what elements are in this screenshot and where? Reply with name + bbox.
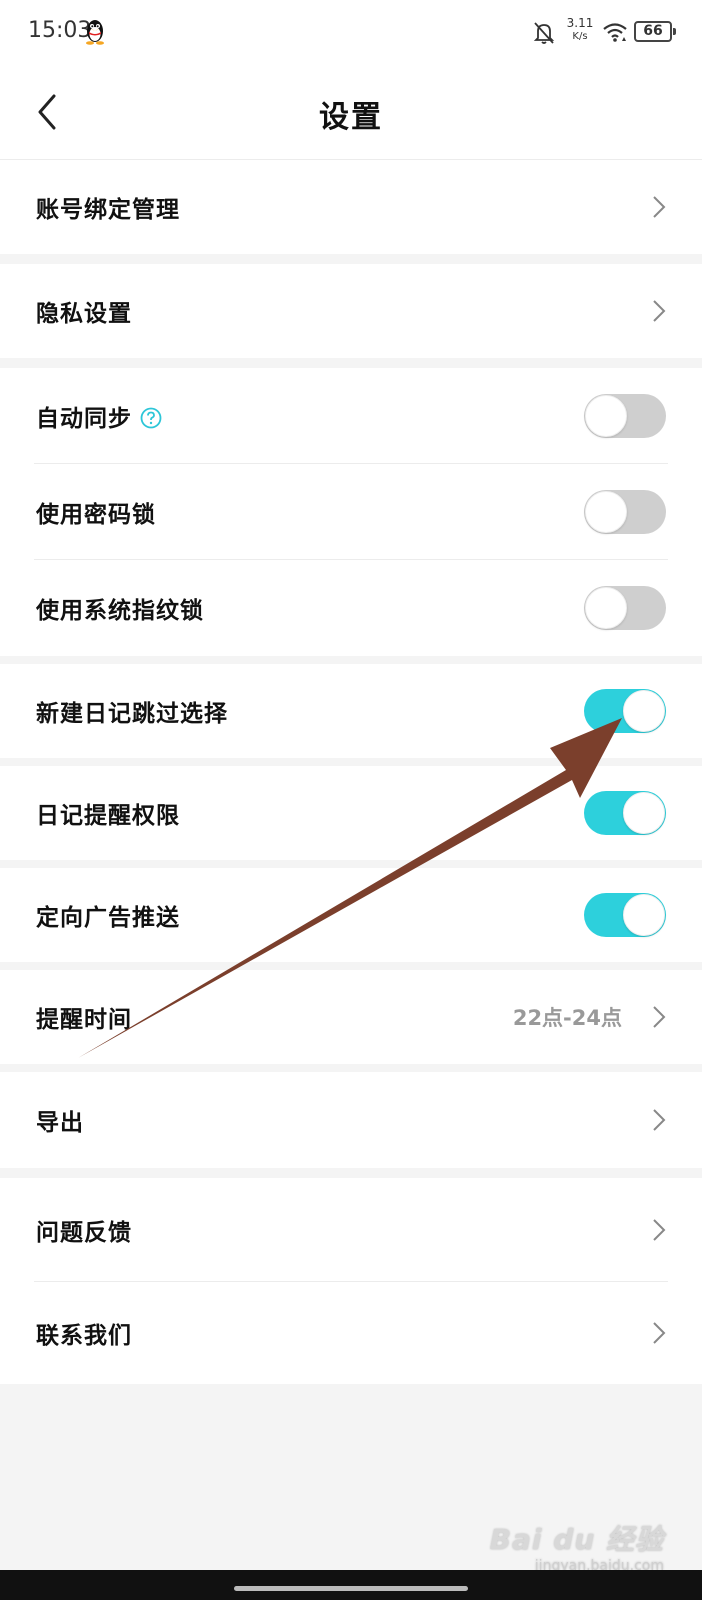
row-label: 日记提醒权限: [36, 803, 180, 829]
chevron-right-icon: [653, 196, 666, 218]
home-indicator[interactable]: [234, 1586, 468, 1591]
toggle-knob: [585, 587, 627, 629]
toggle-fingerprint-lock[interactable]: [584, 586, 666, 630]
row-label: 隐私设置: [36, 301, 132, 327]
toggle-skip-selection[interactable]: [584, 689, 666, 733]
toggle-targeted-ads[interactable]: [584, 893, 666, 937]
help-circle-icon[interactable]: [140, 407, 162, 429]
app-header: 设置: [0, 62, 702, 160]
toggle-password-lock[interactable]: [584, 490, 666, 534]
chevron-right-icon: [653, 1219, 666, 1241]
row-feedback[interactable]: 问题反馈: [0, 1178, 702, 1282]
row-label: 新建日记跳过选择: [36, 701, 228, 727]
row-label: 问题反馈: [36, 1220, 132, 1246]
watermark: Bai du 经验 jingyan.baidu.com: [490, 1518, 664, 1574]
watermark-logo: Bai du 经验: [489, 1523, 664, 1556]
battery-level: 66: [643, 23, 663, 39]
chevron-right-icon: [653, 300, 666, 322]
row-label: 自动同步: [36, 399, 162, 433]
row-label: 使用密码锁: [36, 502, 156, 528]
qq-icon: [86, 20, 104, 45]
row-skip-selection: 新建日记跳过选择: [0, 664, 702, 758]
chevron-right-icon: [653, 1109, 666, 1131]
row-contact-us[interactable]: 联系我们: [0, 1282, 702, 1384]
page-title: 设置: [319, 100, 383, 135]
row-privacy-settings[interactable]: 隐私设置: [0, 264, 702, 358]
wifi-icon: [603, 23, 627, 42]
toggle-knob: [623, 894, 665, 936]
status-time: 15:03: [28, 18, 92, 43]
toggle-knob: [585, 395, 627, 437]
toggle-auto-sync[interactable]: [584, 394, 666, 438]
status-bar: 15:03 3.11 K/s 66: [0, 0, 702, 62]
row-targeted-ads: 定向广告推送: [0, 868, 702, 962]
chevron-right-icon: [653, 1322, 666, 1344]
network-speed: 3.11 K/s: [566, 16, 594, 42]
row-label: 联系我们: [36, 1323, 132, 1349]
row-reminder-permission: 日记提醒权限: [0, 766, 702, 860]
toggle-reminder-permission[interactable]: [584, 791, 666, 835]
battery-indicator: 66: [634, 21, 676, 42]
row-label: 导出: [36, 1110, 84, 1136]
toggle-knob: [623, 690, 665, 732]
row-fingerprint-lock: 使用系统指纹锁: [0, 560, 702, 656]
row-label: 使用系统指纹锁: [36, 598, 204, 624]
row-auto-sync: 自动同步: [0, 368, 702, 464]
row-password-lock: 使用密码锁: [0, 464, 702, 560]
settings-screen: 15:03 3.11 K/s 66 设置 账号绑定管理 隐私设置 自动同步 使用…: [0, 0, 702, 1600]
chevron-right-icon: [653, 1006, 666, 1028]
row-export[interactable]: 导出: [0, 1072, 702, 1168]
row-label: 提醒时间: [36, 1007, 132, 1033]
row-label: 账号绑定管理: [36, 197, 180, 223]
toggle-knob: [585, 491, 627, 533]
row-label: 定向广告推送: [36, 905, 180, 931]
toggle-knob: [623, 792, 665, 834]
system-nav-bar: [0, 1570, 702, 1600]
bell-off-icon: [533, 22, 555, 44]
row-reminder-time[interactable]: 提醒时间 22点-24点: [0, 970, 702, 1064]
reminder-time-value: 22点-24点: [512, 1006, 622, 1030]
row-account-binding[interactable]: 账号绑定管理: [0, 160, 702, 254]
